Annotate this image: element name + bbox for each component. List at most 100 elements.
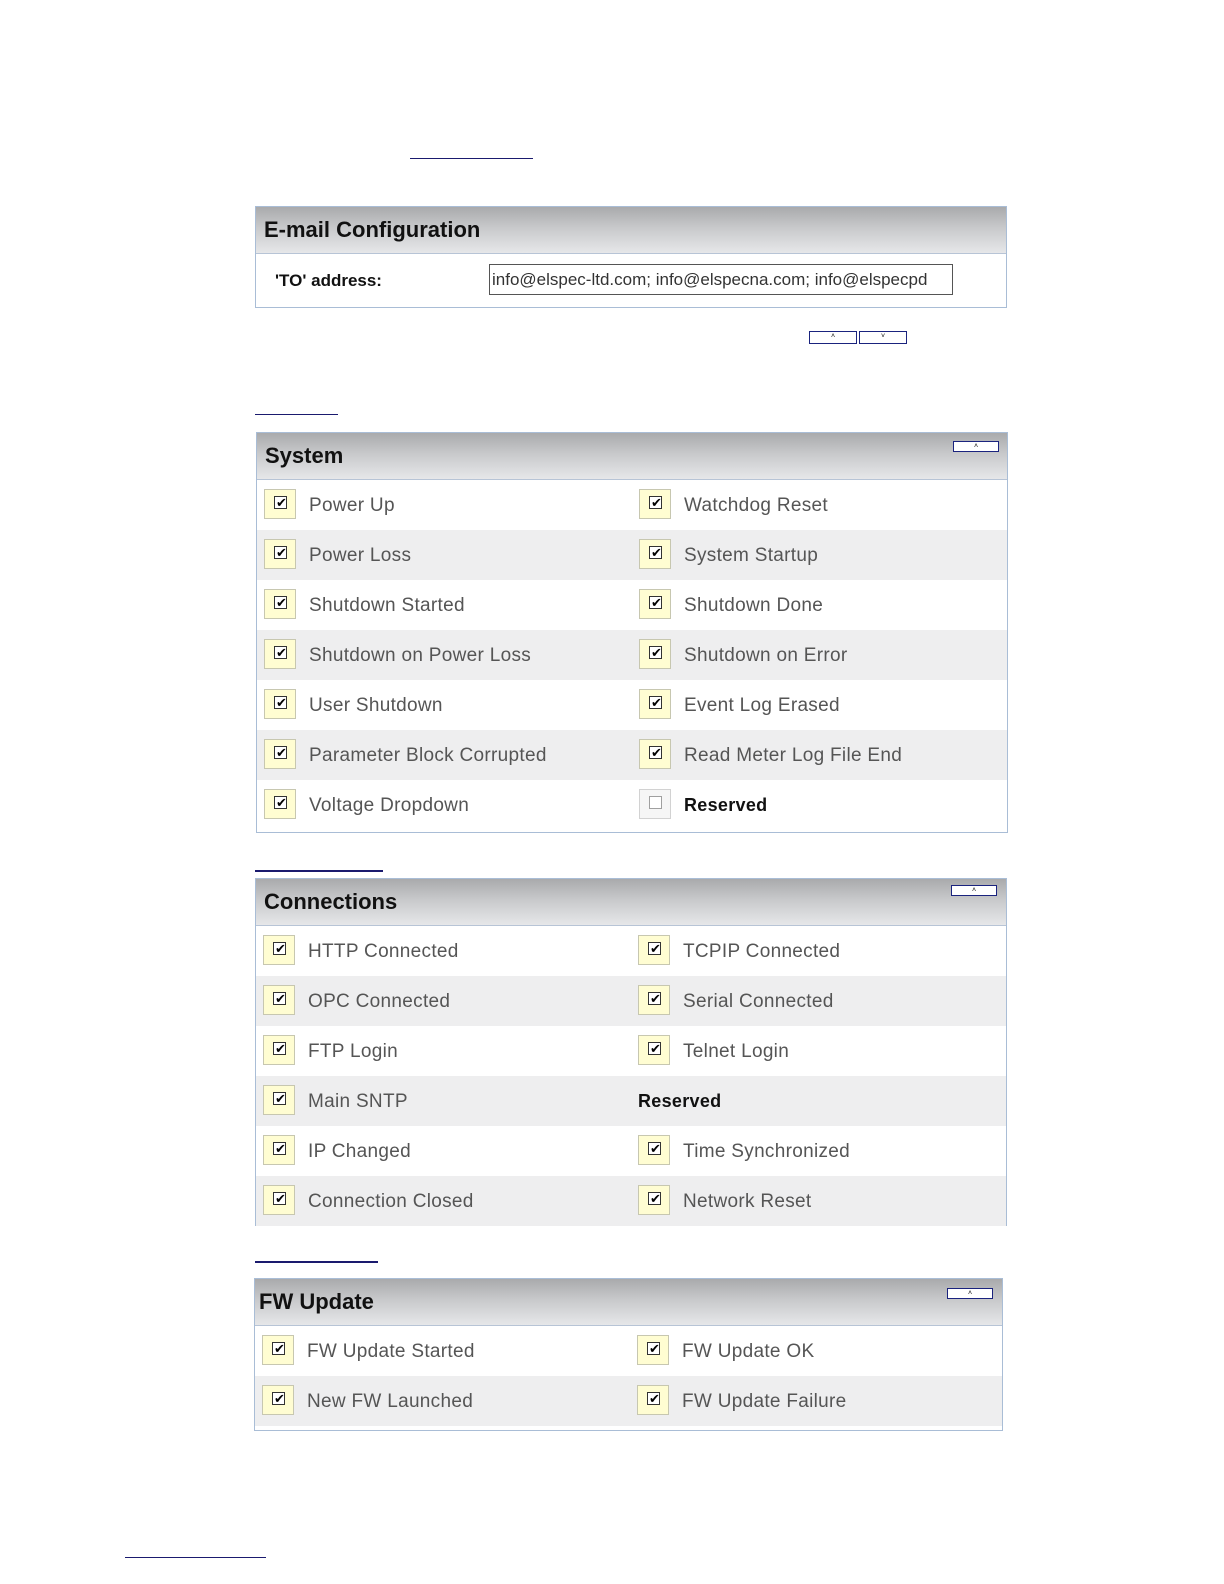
check-mark-icon: ✔ [276,595,287,610]
option-row: ✔ Power Up ✔ Watchdog Reset [257,480,1007,530]
option-label: Watchdog Reset [684,495,828,516]
checkbox-read-meter-log-file-end[interactable]: ✔ [639,739,671,769]
checkbox-watchdog-reset[interactable]: ✔ [639,489,671,519]
connections-header: Connections ˄ [256,879,1006,926]
check-mark-icon: ✔ [276,545,287,560]
checkbox-opc-connected[interactable]: ✔ [263,985,295,1015]
check-mark-icon: ✔ [650,941,661,956]
checkbox-connection-closed[interactable]: ✔ [263,1185,295,1215]
check-mark-icon: ✔ [649,1391,660,1406]
to-address-label: 'TO' address: [275,271,382,290]
option-label: FTP Login [308,1041,399,1062]
connections-title: Connections [264,889,398,914]
option-label: Telnet Login [683,1041,790,1062]
check-mark-icon: ✔ [651,595,662,610]
checkbox-http-connected[interactable]: ✔ [263,935,295,965]
move-down-button[interactable]: ˅ [859,331,907,344]
option-label: OPC Connected [308,991,451,1012]
option-label: Power Up [309,495,395,516]
system-panel: System ˄ ✔ Power Up ✔ Watchdog Reset ✔ Power … [256,432,1008,833]
checkbox-shutdown-on-error[interactable]: ✔ [639,639,671,669]
check-mark-icon: ✔ [651,645,662,660]
check-mark-icon: ✔ [650,1041,661,1056]
link-underline [125,1557,266,1558]
option-label: HTTP Connected [308,941,459,962]
checkbox-network-reset[interactable]: ✔ [638,1185,670,1215]
checkbox-tcpip-connected[interactable]: ✔ [638,935,670,965]
email-config-title: E-mail Configuration [264,217,481,242]
checkbox-event-log-erased[interactable]: ✔ [639,689,671,719]
check-mark-icon: ✔ [276,495,287,510]
checkbox-system-startup[interactable]: ✔ [639,539,671,569]
option-label: Reserved [684,795,768,815]
chevron-up-icon: ˄ [973,443,979,450]
option-label: Reserved [638,1091,722,1111]
checkbox-shutdown-on-power-loss[interactable]: ✔ [264,639,296,669]
option-row: ✔ FW Update Started ✔ FW Update OK [255,1326,1002,1376]
email-config-panel: E-mail Configuration 'TO' address: info@… [255,206,1007,308]
option-row: ✔ User Shutdown ✔ Event Log Erased [257,680,1007,730]
connections-rows: ✔ HTTP Connected ✔ TCPIP Connected ✔ OPC Conn… [256,926,1006,1226]
checkbox-ip-changed[interactable]: ✔ [263,1135,295,1165]
option-row: ✔ Shutdown Started ✔ Shutdown Done [257,580,1007,630]
check-mark-icon: ✔ [650,1191,661,1206]
checkbox-time-synchronized[interactable]: ✔ [638,1135,670,1165]
checkbox-shutdown-done[interactable]: ✔ [639,589,671,619]
option-label: New FW Launched [307,1391,474,1412]
checkbox-serial-connected[interactable]: ✔ [638,985,670,1015]
check-mark-icon: ✔ [276,795,287,810]
checkbox-telnet-login[interactable]: ✔ [638,1035,670,1065]
option-label: System Startup [684,545,819,566]
option-label: Voltage Dropdown [309,795,470,816]
checkbox-user-shutdown[interactable]: ✔ [264,689,296,719]
chevron-up-icon: ˄ [971,887,977,894]
option-label: Shutdown on Power Loss [309,645,532,666]
move-up-button[interactable]: ˄ [809,331,857,344]
chevron-up-icon: ˄ [967,1290,973,1297]
checkbox-fw-update-failure[interactable]: ✔ [637,1385,669,1415]
to-address-value: info@elspec-ltd.com; info@elspecna.com; … [492,270,928,289]
system-header: System ˄ [257,433,1007,480]
fw-update-collapse-button[interactable]: ˄ [947,1288,993,1299]
link-underline [255,414,338,415]
checkbox-power-loss[interactable]: ✔ [264,539,296,569]
checkbox-ftp-login[interactable]: ✔ [263,1035,295,1065]
option-label: TCPIP Connected [683,941,841,962]
fw-update-panel: FW Update ˄ ✔ FW Update Started ✔ FW Update… [254,1278,1003,1431]
option-label: Shutdown Done [684,595,824,616]
checkbox-voltage-dropdown[interactable]: ✔ [264,789,296,819]
system-title: System [265,443,344,468]
check-mark-icon: ✔ [651,695,662,710]
to-address-row: 'TO' address: info@elspec-ltd.com; info@… [256,254,1006,306]
option-row: ✔ Shutdown on Power Loss ✔ Shutdown on Erro… [257,630,1007,680]
check-mark-icon: ✔ [275,1191,286,1206]
checkbox-shutdown-started[interactable]: ✔ [264,589,296,619]
checkbox-new-fw-launched[interactable]: ✔ [262,1385,294,1415]
checkbox-fw-update-started[interactable]: ✔ [262,1335,294,1365]
fw-update-title: FW Update [259,1289,374,1314]
check-mark-icon: ✔ [275,1091,286,1106]
option-label: Main SNTP [308,1091,408,1112]
to-address-field[interactable]: info@elspec-ltd.com; info@elspecna.com; … [489,264,953,295]
link-underline [255,1261,378,1263]
check-mark-icon: ✔ [275,1041,286,1056]
option-label: Connection Closed [308,1191,474,1212]
check-mark-icon: ✔ [651,545,662,560]
check-mark-icon: ✔ [275,941,286,956]
option-label: FW Update Started [307,1341,475,1362]
checkbox-reserved[interactable] [639,789,671,819]
option-label: FW Update Failure [682,1391,847,1412]
check-mark-icon: ✔ [651,745,662,760]
checkbox-fw-update-ok[interactable]: ✔ [637,1335,669,1365]
email-config-header: E-mail Configuration [256,207,1006,254]
link-underline [410,158,533,159]
checkbox-power-up[interactable]: ✔ [264,489,296,519]
fw-update-rows: ✔ FW Update Started ✔ FW Update OK ✔ New FW L… [255,1326,1002,1426]
option-row: ✔ Parameter Block Corrupted ✔ Read Meter Lo… [257,730,1007,780]
connections-collapse-button[interactable]: ˄ [951,885,997,896]
check-mark-icon: ✔ [650,1141,661,1156]
option-label: Shutdown Started [309,595,465,616]
checkbox-parameter-block-corrupted[interactable]: ✔ [264,739,296,769]
checkbox-main-sntp[interactable]: ✔ [263,1085,295,1115]
system-collapse-button[interactable]: ˄ [953,441,999,452]
